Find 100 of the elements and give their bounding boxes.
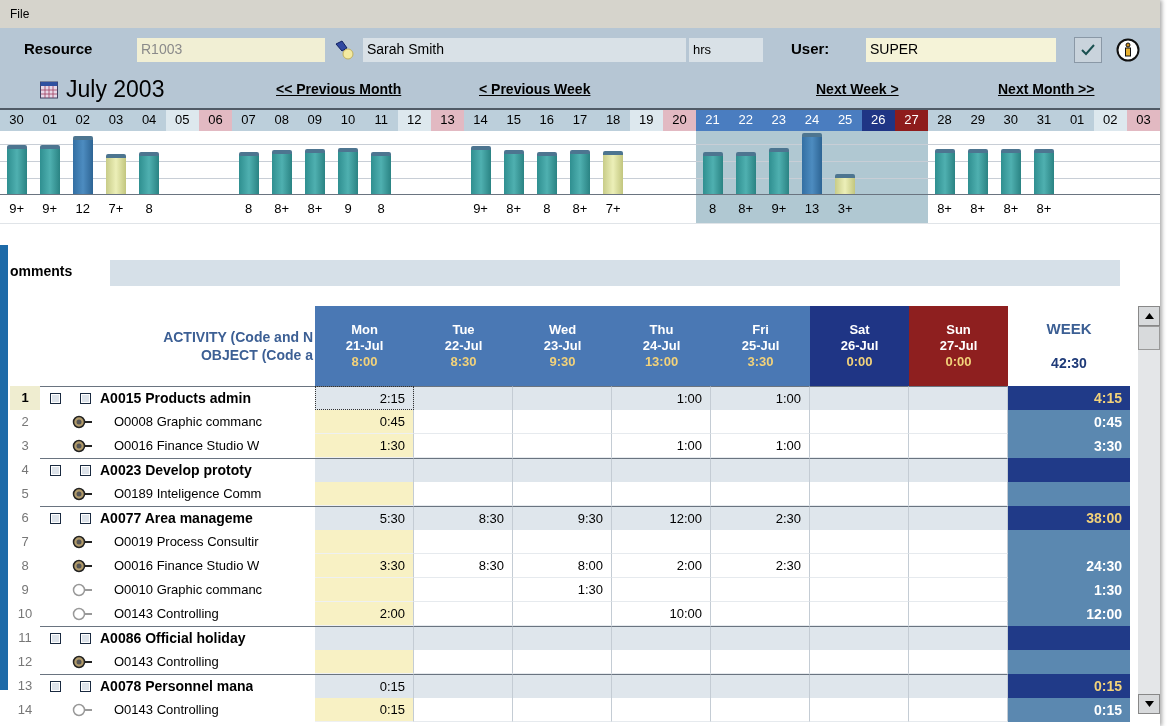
day-cell[interactable]: 20 bbox=[662, 109, 696, 131]
time-cell[interactable] bbox=[810, 698, 909, 722]
row-number[interactable]: 4 bbox=[10, 458, 40, 482]
row-number[interactable]: 10 bbox=[10, 602, 40, 626]
day-cell[interactable]: 02 bbox=[66, 109, 100, 131]
time-cell[interactable] bbox=[711, 650, 810, 674]
time-cell[interactable]: 5:30 bbox=[315, 506, 414, 530]
time-cell[interactable]: 2:00 bbox=[315, 602, 414, 626]
time-cell[interactable] bbox=[810, 482, 909, 506]
time-cell[interactable] bbox=[711, 458, 810, 482]
time-cell[interactable]: 0:45 bbox=[315, 410, 414, 434]
time-cell[interactable] bbox=[810, 578, 909, 602]
row-number[interactable]: 2 bbox=[10, 410, 40, 434]
time-cell[interactable] bbox=[513, 482, 612, 506]
time-cell[interactable] bbox=[711, 482, 810, 506]
scroll-down-button[interactable] bbox=[1138, 694, 1160, 714]
time-cell[interactable] bbox=[612, 626, 711, 650]
day-cell[interactable]: 25 bbox=[828, 109, 862, 131]
checkbox[interactable] bbox=[79, 393, 91, 404]
time-cell[interactable] bbox=[810, 386, 909, 410]
day-cell[interactable]: 07 bbox=[232, 109, 266, 131]
row-number[interactable]: 11 bbox=[10, 626, 40, 650]
time-cell[interactable]: 8:30 bbox=[414, 506, 513, 530]
info-icon[interactable] bbox=[1116, 37, 1140, 62]
day-cell[interactable]: 03 bbox=[99, 109, 133, 131]
nav-link[interactable]: << Previous Month bbox=[276, 79, 479, 101]
time-cell[interactable] bbox=[612, 482, 711, 506]
checkbox[interactable] bbox=[49, 513, 61, 524]
day-cell[interactable]: 06 bbox=[198, 109, 232, 131]
time-cell[interactable]: 2:30 bbox=[711, 506, 810, 530]
time-cell[interactable] bbox=[711, 530, 810, 554]
time-cell[interactable] bbox=[810, 650, 909, 674]
day-cell[interactable]: 01 bbox=[33, 109, 67, 131]
day-cell[interactable]: 09 bbox=[298, 109, 332, 131]
row-number[interactable]: 8 bbox=[10, 554, 40, 578]
time-cell[interactable] bbox=[414, 674, 513, 698]
time-cell[interactable] bbox=[810, 554, 909, 578]
day-cell[interactable]: 23 bbox=[762, 109, 796, 131]
checkbox[interactable] bbox=[79, 681, 91, 692]
time-cell[interactable] bbox=[909, 578, 1008, 602]
checkbox[interactable] bbox=[79, 513, 91, 524]
time-cell[interactable] bbox=[414, 386, 513, 410]
day-cell[interactable]: 15 bbox=[497, 109, 531, 131]
time-cell[interactable] bbox=[612, 650, 711, 674]
time-cell[interactable]: 0:15 bbox=[315, 698, 414, 722]
row-number[interactable]: 6 bbox=[10, 506, 40, 530]
day-cell[interactable]: 04 bbox=[132, 109, 166, 131]
time-cell[interactable]: 1:30 bbox=[513, 578, 612, 602]
day-cell[interactable]: 18 bbox=[596, 109, 630, 131]
checkbox[interactable] bbox=[79, 633, 91, 644]
checkbox[interactable] bbox=[49, 633, 61, 644]
time-cell[interactable] bbox=[414, 530, 513, 554]
time-cell[interactable] bbox=[810, 626, 909, 650]
row-number[interactable]: 7 bbox=[10, 530, 40, 554]
day-cell[interactable]: 22 bbox=[729, 109, 763, 131]
time-cell[interactable]: 8:30 bbox=[414, 554, 513, 578]
time-cell[interactable] bbox=[513, 626, 612, 650]
time-cell[interactable] bbox=[315, 530, 414, 554]
calendar-icon[interactable] bbox=[40, 80, 58, 99]
time-cell[interactable]: 9:30 bbox=[513, 506, 612, 530]
time-cell[interactable] bbox=[612, 578, 711, 602]
time-cell[interactable] bbox=[414, 578, 513, 602]
user-field[interactable]: SUPER bbox=[866, 37, 1056, 62]
time-cell[interactable] bbox=[612, 530, 711, 554]
row-number[interactable]: 1 bbox=[10, 386, 40, 410]
confirm-button[interactable] bbox=[1074, 36, 1102, 63]
day-cell[interactable]: 13 bbox=[430, 109, 464, 131]
time-cell[interactable]: 2:30 bbox=[711, 554, 810, 578]
row-number[interactable]: 14 bbox=[10, 698, 40, 722]
time-cell[interactable] bbox=[414, 482, 513, 506]
scroll-thumb[interactable] bbox=[1138, 326, 1160, 350]
time-cell[interactable] bbox=[909, 698, 1008, 722]
time-cell[interactable] bbox=[909, 650, 1008, 674]
time-cell[interactable] bbox=[909, 434, 1008, 458]
row-number[interactable]: 12 bbox=[10, 650, 40, 674]
time-cell[interactable] bbox=[414, 458, 513, 482]
time-cell[interactable] bbox=[513, 674, 612, 698]
time-cell[interactable] bbox=[414, 410, 513, 434]
time-cell[interactable] bbox=[513, 530, 612, 554]
time-cell[interactable]: 2:15 bbox=[315, 386, 414, 410]
menu-item[interactable]: File bbox=[10, 8, 30, 20]
time-cell[interactable] bbox=[711, 578, 810, 602]
time-cell[interactable] bbox=[810, 530, 909, 554]
time-cell[interactable] bbox=[711, 698, 810, 722]
time-cell[interactable] bbox=[810, 602, 909, 626]
day-cell[interactable]: 11 bbox=[364, 109, 398, 131]
time-cell[interactable]: 2:00 bbox=[612, 554, 711, 578]
row-number[interactable]: 9 bbox=[10, 578, 40, 602]
time-cell[interactable]: 8:00 bbox=[513, 554, 612, 578]
time-cell[interactable] bbox=[513, 386, 612, 410]
time-cell[interactable]: 1:00 bbox=[612, 386, 711, 410]
day-cell[interactable]: 21 bbox=[696, 109, 730, 131]
time-cell[interactable] bbox=[513, 602, 612, 626]
nav-link[interactable]: Next Week > bbox=[816, 79, 998, 101]
day-cell[interactable]: 02 bbox=[1093, 109, 1127, 131]
scroll-up-button[interactable] bbox=[1138, 306, 1160, 326]
time-cell[interactable] bbox=[612, 410, 711, 434]
time-cell[interactable] bbox=[513, 410, 612, 434]
time-cell[interactable] bbox=[909, 626, 1008, 650]
time-cell[interactable] bbox=[810, 458, 909, 482]
